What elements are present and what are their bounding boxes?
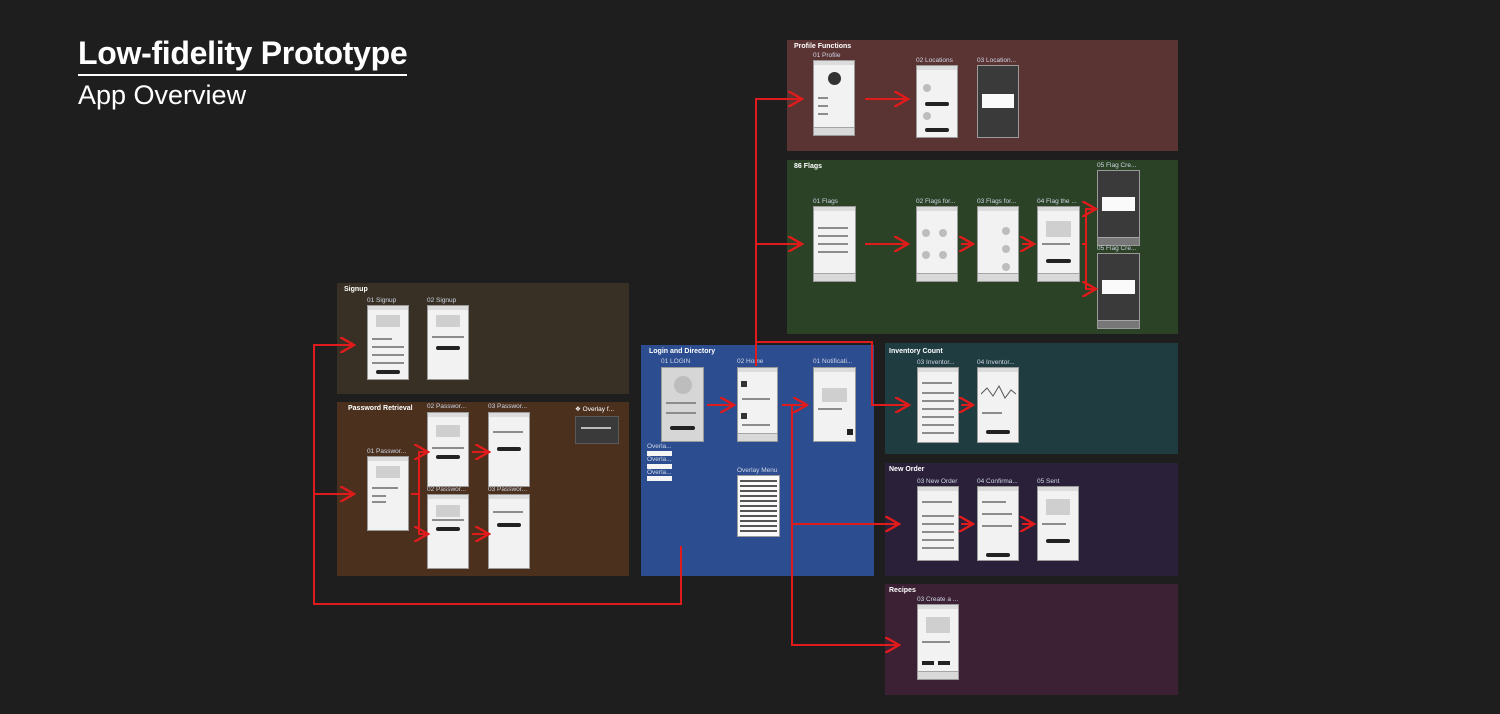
screen-label: 02 Passwor... (427, 486, 467, 493)
screen-label: 02 Signup (427, 297, 457, 304)
section-title: New Order (889, 466, 925, 473)
screen-thumbnail[interactable] (917, 486, 959, 561)
screen-label: 03 Passwor... (488, 403, 528, 410)
screen-label: 03 Passwor... (488, 486, 528, 493)
screen-thumbnail[interactable] (916, 65, 958, 138)
page-title: Low-fidelity Prototype (78, 34, 408, 76)
screen-thumbnail[interactable] (1037, 206, 1080, 282)
screen-label: 02 Passwor... (427, 403, 467, 410)
screen-label: 02 Locations (916, 57, 953, 64)
screen-label: 03 Flags for... (977, 198, 1017, 205)
screen-label: 01 Flags (813, 198, 838, 205)
screen-thumbnail[interactable] (977, 206, 1019, 282)
overlay-label: Overlay Menu (737, 467, 778, 474)
overlay-menu-thumbnail[interactable] (737, 475, 780, 537)
screen-thumbnail[interactable] (977, 486, 1019, 561)
screen-thumbnail[interactable] (813, 206, 856, 282)
overlay-label: Overla... (647, 456, 672, 463)
screen-thumbnail[interactable] (427, 412, 469, 487)
screen-label: 01 LOGIN (661, 358, 691, 365)
screen-label: 02 Flags for... (916, 198, 956, 205)
screen-label: 01 Passwor... (367, 448, 407, 455)
screen-label: 01 Notificati... (813, 358, 853, 365)
screen-thumbnail[interactable] (367, 456, 409, 531)
screen-thumbnail[interactable] (367, 305, 409, 380)
overlay-label: ❖ Overlay f... (575, 406, 615, 413)
password-retrieval-section: Password Retrieval 01 Passwor... 02 Pass… (337, 402, 629, 576)
profile-functions-section: Profile Functions 01 Profile 02 Location… (787, 40, 1178, 151)
recipes-section: Recipes 03 Create a ... (885, 584, 1178, 695)
screen-label: 05 Flag Cre... (1097, 162, 1137, 169)
section-title: Profile Functions (794, 43, 852, 50)
screen-label: 04 Inventor... (977, 359, 1015, 366)
screen-label: 04 Flag the ... (1037, 198, 1077, 205)
overlay-thumbnail[interactable] (647, 476, 672, 481)
inventory-count-section: Inventory Count 03 Inventor... 04 Invent… (885, 343, 1178, 454)
screen-label: 03 Inventor... (917, 359, 955, 366)
screen-label: 01 Profile (813, 52, 841, 59)
screen-thumbnail[interactable] (427, 305, 469, 380)
section-title: Password Retrieval (348, 405, 413, 412)
page-subtitle: App Overview (78, 80, 247, 110)
screen-thumbnail[interactable] (813, 60, 855, 136)
screen-thumbnail[interactable] (977, 367, 1019, 443)
screen-label: 05 Sent (1037, 478, 1060, 485)
screen-label: 05 Flag Cre... (1097, 245, 1137, 252)
screen-thumbnail[interactable] (737, 367, 778, 442)
section-title: 86 Flags (794, 163, 823, 170)
graph-icon (981, 384, 1016, 399)
screen-thumbnail[interactable] (977, 65, 1019, 138)
screen-thumbnail[interactable] (917, 367, 959, 443)
section-title: Signup (344, 286, 368, 293)
section-title: Login and Directory (649, 348, 716, 355)
screen-thumbnail[interactable] (488, 412, 530, 487)
overlay-thumbnail[interactable] (575, 416, 619, 444)
screen-label: 04 Confirma... (977, 478, 1018, 485)
screen-thumbnail[interactable] (917, 604, 959, 680)
login-directory-section: Login and Directory 01 LOGIN 02 Home 01 … (641, 345, 874, 576)
screen-label: 03 Create a ... (917, 596, 959, 603)
screen-thumbnail[interactable] (1097, 170, 1140, 246)
overlay-label: Overla... (647, 443, 672, 450)
screen-label: 01 Signup (367, 297, 397, 304)
new-order-section: New Order 03 New Order 04 Confirma... 05… (885, 463, 1178, 576)
section-title: Recipes (889, 587, 916, 594)
screen-thumbnail[interactable] (661, 367, 704, 442)
screen-thumbnail[interactable] (1097, 253, 1140, 329)
screen-thumbnail[interactable] (813, 367, 856, 442)
screen-label: 03 Location... (977, 57, 1017, 64)
screen-thumbnail[interactable] (1037, 486, 1079, 561)
screen-thumbnail[interactable] (488, 494, 530, 569)
screen-thumbnail[interactable] (916, 206, 958, 282)
screen-label: 02 Home (737, 358, 764, 365)
screen-thumbnail[interactable] (427, 494, 469, 569)
section-title: Inventory Count (889, 348, 943, 355)
flags-section: 86 Flags 01 Flags 02 Flags for... 03 Fla… (787, 160, 1178, 334)
screen-label: 03 New Order (917, 478, 958, 485)
signup-section: Signup 01 Signup 02 Signup (337, 283, 629, 394)
